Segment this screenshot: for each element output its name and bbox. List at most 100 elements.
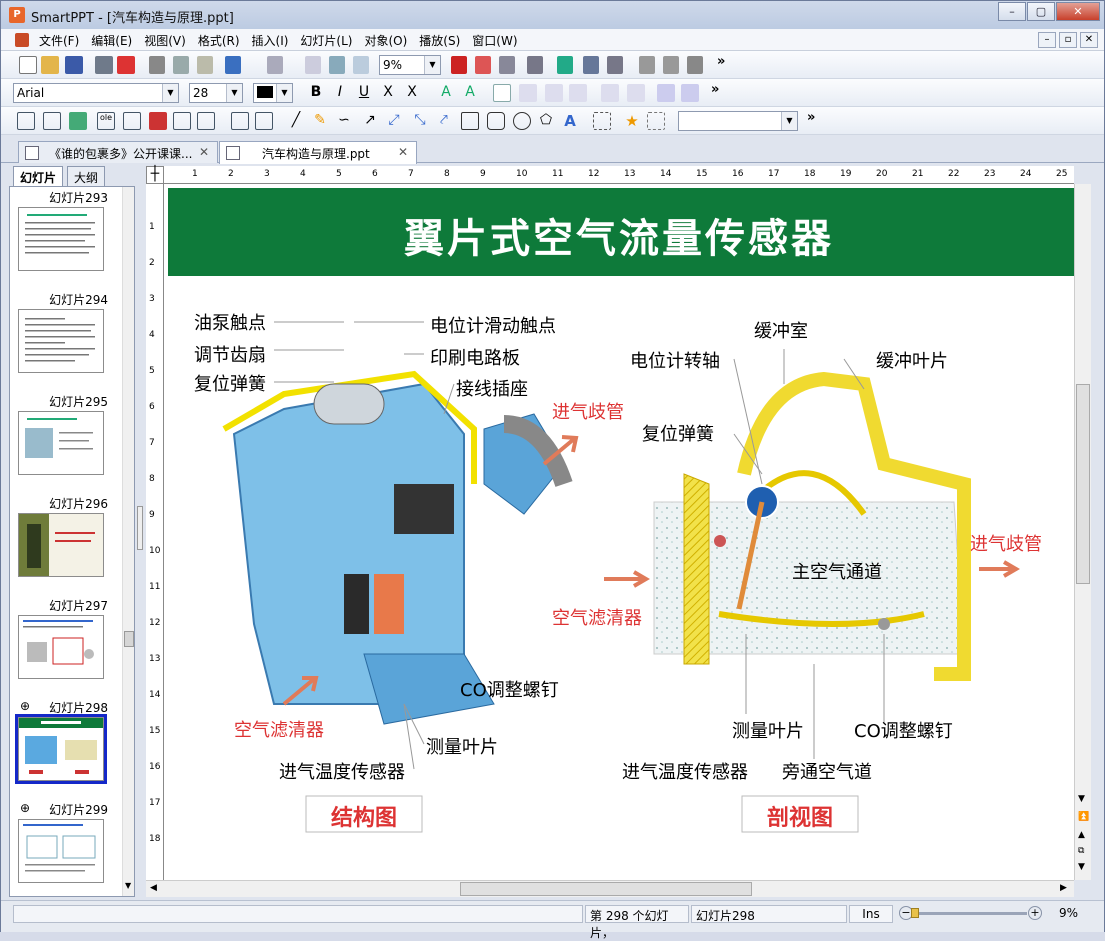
underline-icon[interactable]: U — [355, 84, 373, 102]
shapes-icon[interactable]: ⬠ — [537, 112, 555, 130]
chevron-down-icon[interactable]: ▼ — [162, 84, 178, 102]
minimize-button[interactable]: – — [998, 2, 1026, 21]
sound-icon[interactable] — [255, 112, 273, 130]
font-size-combo[interactable]: 28 ▼ — [189, 83, 243, 103]
menu-edit[interactable]: 编辑(E) — [85, 29, 138, 49]
properties-icon[interactable] — [663, 56, 679, 74]
menu-window[interactable]: 窗口(W) — [466, 29, 523, 49]
table-icon[interactable] — [43, 112, 61, 130]
mdi-close-button[interactable]: ✕ — [1080, 32, 1098, 48]
text-frame-icon[interactable] — [149, 112, 167, 130]
close-button[interactable]: ✕ — [1056, 2, 1100, 21]
menu-object[interactable]: 对象(O) — [358, 29, 413, 49]
export-pdf-icon[interactable] — [117, 56, 135, 74]
wordart-icon[interactable]: A — [561, 112, 579, 130]
thumbnail-image[interactable] — [18, 615, 104, 679]
copy-icon[interactable] — [173, 56, 189, 74]
undo-icon[interactable] — [225, 56, 241, 74]
package-icon[interactable] — [687, 56, 703, 74]
grow-font-icon[interactable]: A — [437, 84, 455, 102]
save-icon[interactable] — [65, 56, 83, 74]
horizontal-scrollbar[interactable]: ◀ ▶ — [146, 880, 1074, 897]
slide-canvas[interactable]: 翼片式空气流量传感器 油泵触点 调节齿扇 复位弹簧 电位计滑动触点 印刷电路板 … — [164, 184, 1074, 880]
scroll-right-arrow-icon[interactable]: ▶ — [1060, 883, 1067, 893]
zoom-slider[interactable] — [915, 912, 1027, 915]
numbered-list-icon[interactable] — [681, 84, 699, 102]
bold-icon[interactable]: B — [307, 84, 325, 102]
format-painter-icon[interactable] — [527, 56, 543, 74]
elbow-connector-icon[interactable]: ⤡ — [411, 112, 429, 130]
strikethrough-icon[interactable]: X — [379, 84, 397, 102]
zoom-in-icon[interactable]: + — [1028, 906, 1042, 920]
chevron-down-icon[interactable]: ▼ — [424, 56, 440, 74]
select-icon[interactable] — [647, 112, 665, 130]
scroll-left-arrow-icon[interactable]: ◀ — [150, 883, 157, 893]
shrink-font-icon[interactable]: A — [461, 84, 479, 102]
align-left-icon[interactable] — [493, 84, 511, 102]
document-icon[interactable] — [15, 33, 29, 47]
print-icon[interactable] — [95, 56, 113, 74]
tab-close-icon[interactable]: ✕ — [398, 145, 408, 159]
tab-slides[interactable]: 幻灯片 — [13, 166, 64, 186]
cut-icon[interactable] — [149, 56, 165, 74]
indent-increase-icon[interactable] — [627, 84, 645, 102]
toolbar2-more[interactable]: » — [711, 82, 719, 97]
zoom-slider-thumb[interactable] — [911, 908, 919, 918]
movie-icon[interactable] — [231, 112, 249, 130]
thumbnail-item[interactable]: 幻灯片296 — [10, 495, 122, 597]
scroll-down-arrow-icon[interactable]: ▼ — [1078, 794, 1085, 804]
paste-icon[interactable] — [197, 56, 213, 74]
menu-format[interactable]: 格式(R) — [192, 29, 246, 49]
tab-document-2[interactable]: 汽车构造与原理.ppt ✕ — [219, 141, 417, 164]
thumbnail-scrollbar[interactable]: ▼ — [122, 187, 134, 896]
thumbnail-image[interactable] — [18, 411, 104, 475]
thumbnail-image[interactable] — [18, 819, 104, 883]
tab-close-icon[interactable]: ✕ — [199, 145, 209, 159]
indent-decrease-icon[interactable] — [601, 84, 619, 102]
spellcheck-icon[interactable] — [583, 56, 599, 74]
prev-slide-icon[interactable]: ▲ — [1078, 830, 1085, 840]
panel-splitter[interactable] — [137, 506, 143, 550]
ratio-icon[interactable] — [305, 56, 321, 74]
scroll-thumb[interactable] — [460, 882, 752, 896]
thumbnail-item[interactable]: 幻灯片295 — [10, 393, 122, 495]
zoom-fit-icon[interactable] — [329, 56, 345, 74]
list-icon[interactable] — [499, 56, 515, 74]
bullet-list-icon[interactable] — [657, 84, 675, 102]
picture-frame-icon[interactable] — [197, 112, 215, 130]
thumbnail-image[interactable] — [18, 513, 104, 577]
star-icon[interactable]: ★ — [623, 112, 641, 130]
rounded-rectangle-icon[interactable] — [487, 112, 505, 130]
font-name-combo[interactable]: Arial ▼ — [13, 83, 179, 103]
chevron-down-icon[interactable]: ▼ — [276, 84, 292, 102]
thumbnail-image[interactable] — [18, 207, 104, 271]
curve-icon[interactable]: ∽ — [335, 112, 353, 130]
tab-document-1[interactable]: 《谁的包裹多》公开课课... ✕ — [18, 141, 218, 163]
picture-icon[interactable] — [69, 112, 87, 130]
toolbar3-more[interactable]: » — [807, 110, 815, 125]
curved-connector-icon[interactable]: ⤤ — [435, 112, 453, 130]
thumbnail-image[interactable] — [18, 309, 104, 373]
frame-icon[interactable] — [173, 112, 191, 130]
thumbnail-image-selected[interactable] — [15, 714, 107, 784]
template-icon[interactable] — [639, 56, 655, 74]
tab-outline[interactable]: 大纲 — [67, 166, 106, 186]
menu-insert[interactable]: 插入(I) — [246, 29, 295, 49]
thumbnail-item[interactable]: 幻灯片298 ⊕ — [10, 699, 122, 801]
thumbnail-item[interactable]: 幻灯片293 — [10, 189, 122, 291]
redo-icon[interactable] — [267, 56, 283, 74]
scroll-thumb[interactable] — [1076, 384, 1090, 584]
align-right-icon[interactable] — [545, 84, 563, 102]
chevron-down-icon[interactable]: ▼ — [226, 84, 242, 102]
toolbar1-more[interactable]: » — [717, 54, 725, 69]
scroll-thumb[interactable] — [124, 631, 134, 647]
paragraph-icon[interactable] — [557, 56, 573, 74]
highlight-icon[interactable] — [475, 56, 491, 74]
maximize-button[interactable]: ▢ — [1027, 2, 1055, 21]
ruler-origin-icon[interactable]: ┼ — [146, 166, 164, 184]
group-icon[interactable] — [593, 112, 611, 130]
ole-icon[interactable]: ole — [97, 112, 115, 130]
connector-icon[interactable]: ⤢ — [385, 112, 403, 130]
vertical-scrollbar[interactable]: ▼ ⏫ ▲ ⧉ ▼ — [1074, 184, 1091, 880]
mdi-minimize-button[interactable]: – — [1038, 32, 1056, 48]
